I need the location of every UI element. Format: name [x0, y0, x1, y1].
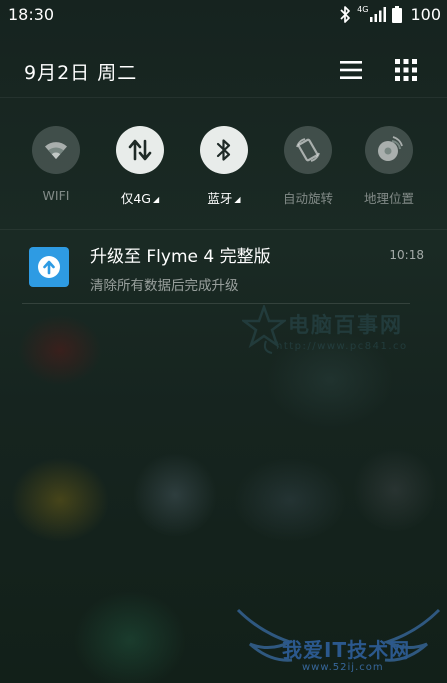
- header-divider: [0, 97, 447, 98]
- status-time: 18:30: [8, 5, 55, 24]
- list-icon: [340, 61, 362, 79]
- watermark-pc841: 电脑百事网 http://www.pc841.co: [240, 305, 447, 363]
- notification-divider: [22, 303, 410, 304]
- date-label: 9月2日 周二: [24, 62, 138, 84]
- menu-button[interactable]: [338, 58, 364, 82]
- network-4g-label: 4G: [357, 5, 369, 14]
- signal-icon: [370, 7, 387, 22]
- toggle-bluetooth-label: 蓝牙: [207, 191, 233, 206]
- toggle-auto-rotate[interactable]: 自动旋转: [266, 126, 350, 207]
- status-icons: 4G 100: [339, 5, 441, 24]
- notification-subtitle: 清除所有数据后完成升级: [90, 278, 239, 294]
- bluetooth-icon: [216, 139, 231, 161]
- notification-title: 升级至 Flyme 4 完整版: [90, 247, 271, 267]
- toggle-mobile-data-label: 仅4G: [120, 191, 151, 206]
- toggle-location[interactable]: 地理位置: [347, 126, 431, 207]
- battery-level: 100: [410, 5, 441, 24]
- watermark-52ij-title: 我爱IT技术网: [282, 638, 411, 662]
- notification-item[interactable]: 升级至 Flyme 4 完整版 清除所有数据后完成升级 10:18: [22, 232, 424, 302]
- watermark-52ij-url: www.52ij.com: [302, 662, 384, 673]
- quick-settings: WIFI 仅4G ◢ 蓝牙 ◢ 自动旋转 地理位置: [0, 126, 447, 216]
- toggle-wifi[interactable]: WIFI: [14, 126, 98, 203]
- status-bar: 18:30 4G 100: [0, 0, 447, 32]
- notification-app-icon: [29, 247, 69, 287]
- wifi-icon: [45, 142, 67, 159]
- app-grid-button[interactable]: [394, 58, 418, 82]
- upgrade-icon: [38, 256, 60, 278]
- caret-icon: ◢: [234, 195, 241, 204]
- watermark-pc841-url: http://www.pc841.co: [276, 341, 408, 352]
- grid-icon: [395, 59, 417, 81]
- toggle-location-label: 地理位置: [363, 191, 414, 206]
- watermark-pc841-title: 电脑百事网: [288, 313, 403, 337]
- toggle-mobile-data[interactable]: 仅4G ◢: [98, 126, 182, 207]
- battery-icon: [392, 6, 403, 23]
- location-icon: [378, 136, 403, 161]
- bluetooth-icon: [340, 6, 351, 23]
- notification-time: 10:18: [389, 248, 424, 262]
- mobile-data-icon: [128, 139, 152, 161]
- panel-header: 9月2日 周二: [0, 52, 447, 88]
- caret-icon: ◢: [152, 195, 160, 204]
- toggle-auto-rotate-label: 自动旋转: [282, 191, 333, 206]
- toggles-divider: [0, 229, 447, 230]
- toggle-wifi-label: WIFI: [42, 188, 70, 203]
- watermark-52ij: 我爱IT技术网 www.52ij.com: [230, 602, 447, 683]
- auto-rotate-icon: [296, 138, 320, 162]
- toggle-bluetooth[interactable]: 蓝牙 ◢: [182, 126, 266, 207]
